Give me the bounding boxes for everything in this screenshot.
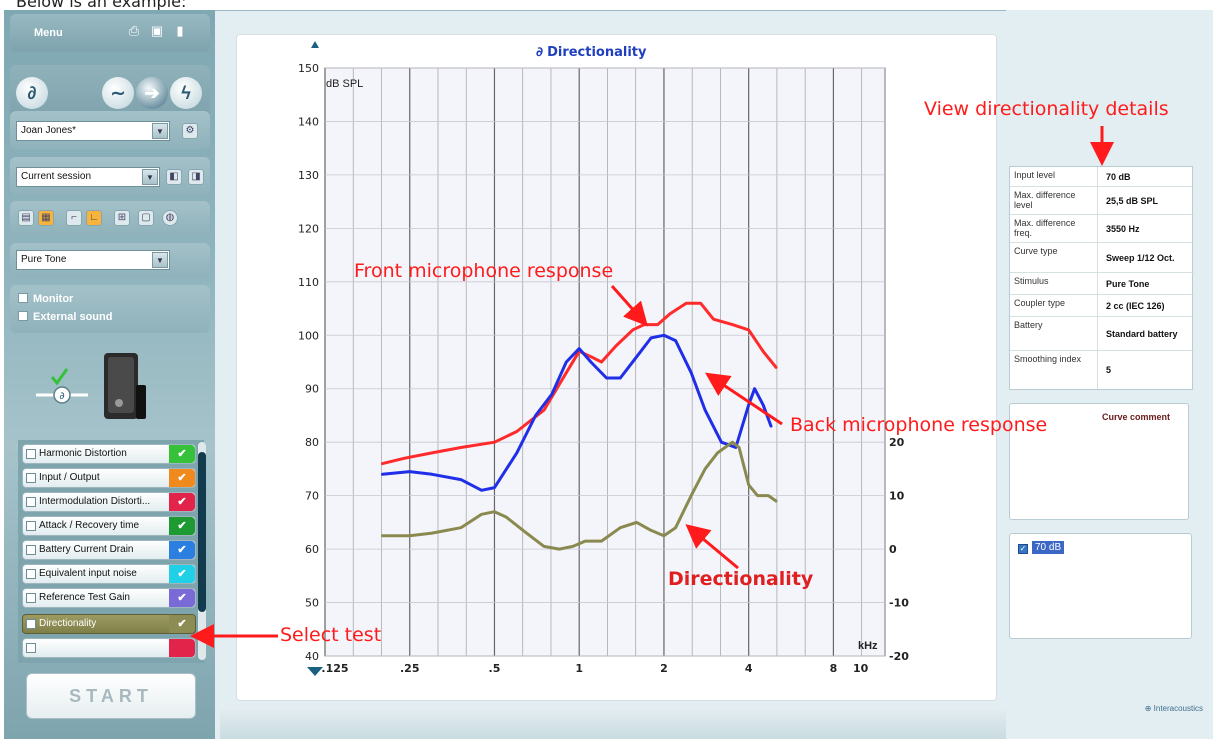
y2-tick-label: -20	[889, 650, 909, 663]
detail-key: Coupler type	[1010, 295, 1098, 316]
y-tick-label: 100	[298, 329, 319, 342]
detail-key: Input level	[1010, 167, 1098, 186]
detail-row: Coupler type 2 cc (IEC 126)	[1010, 295, 1194, 317]
detail-key: Curve type	[1010, 243, 1098, 272]
detail-value: Standard battery	[1106, 328, 1178, 339]
x-tick-label: 10	[853, 662, 869, 675]
brand-logo: ⊕ Interacoustics	[1145, 704, 1203, 713]
y-tick-label: 110	[298, 276, 319, 289]
y-tick-label: 120	[298, 222, 319, 235]
detail-row: Input level 70 dB	[1010, 167, 1194, 187]
y2-tick-label: -10	[889, 597, 909, 610]
detail-value: Sweep 1/12 Oct.	[1106, 252, 1175, 263]
annotation-front-mic: Front microphone response	[354, 260, 614, 282]
detail-key: Stimulus	[1010, 273, 1098, 294]
details-table: Input level 70 dB Max. difference level 25…	[1009, 166, 1194, 390]
ear-icon: ∂	[536, 45, 544, 60]
curve-legend-box: ✓ 70 dB	[1009, 533, 1192, 639]
detail-value: 2 cc (IEC 126)	[1106, 300, 1165, 311]
curve-comment-label: Curve comment	[1101, 412, 1170, 422]
detail-value: 5	[1106, 365, 1112, 375]
y-tick-label: 80	[305, 436, 319, 449]
annotation-view-details: View directionality details	[924, 98, 1169, 120]
detail-value: 25,5 dB SPL	[1106, 195, 1159, 206]
detail-row: Max. difference level 25,5 dB SPL	[1010, 187, 1194, 215]
detail-row: Smoothing index 5	[1010, 351, 1194, 389]
detail-key: Max. difference freq.	[1010, 215, 1098, 242]
brand-text: Interacoustics	[1153, 704, 1203, 713]
detail-value: 70 dB	[1106, 171, 1131, 182]
y2-tick-label: 0	[889, 543, 897, 556]
y-tick-label: 60	[305, 543, 319, 556]
x-axis-label: kHz	[858, 640, 878, 652]
detail-key: Battery	[1010, 317, 1098, 350]
x-tick-label: .25	[400, 662, 420, 675]
y-tick-label: 150	[298, 62, 319, 75]
annotation-directionality: Directionality	[668, 568, 814, 590]
chart-title: ∂ Directionality	[536, 45, 647, 60]
scroll-up-icon[interactable]	[311, 41, 319, 48]
detail-row: Stimulus Pure Tone	[1010, 273, 1194, 295]
brand-icon: ⊕	[1144, 704, 1154, 713]
x-tick-label: .125	[321, 662, 348, 675]
x-tick-label: 2	[660, 662, 668, 675]
legend-value: 70 dB	[1032, 541, 1065, 554]
detail-key: Smoothing index	[1010, 351, 1098, 389]
detail-value: Pure Tone	[1106, 278, 1150, 289]
x-tick-label: 1	[575, 662, 583, 675]
x-tick-label: 8	[830, 662, 838, 675]
y-tick-label: 130	[298, 169, 319, 182]
y-axis-label: dB SPL	[326, 78, 364, 90]
y-tick-label: 50	[305, 597, 319, 610]
detail-row: Battery Standard battery	[1010, 317, 1194, 351]
y-tick-label: 40	[305, 650, 319, 663]
legend-checkbox[interactable]: ✓	[1018, 544, 1028, 554]
y-tick-label: 140	[298, 115, 319, 128]
annotation-back-mic: Back microphone response	[790, 414, 1048, 436]
detail-key: Max. difference level	[1010, 187, 1098, 214]
detail-row: Curve type Sweep 1/12 Oct.	[1010, 243, 1194, 273]
y2-tick-label: 20	[889, 436, 905, 449]
detail-row: Max. difference freq. 3550 Hz	[1010, 215, 1194, 243]
y-tick-label: 70	[305, 490, 319, 503]
y-tick-label: 90	[305, 383, 319, 396]
detail-value: 3550 Hz	[1106, 223, 1140, 234]
chart-title-text: Directionality	[547, 45, 647, 60]
x-tick-label: 4	[745, 662, 753, 675]
annotation-select-test: Select test	[280, 624, 382, 646]
x-tick-label: .5	[489, 662, 501, 675]
y2-tick-label: 10	[889, 490, 905, 503]
